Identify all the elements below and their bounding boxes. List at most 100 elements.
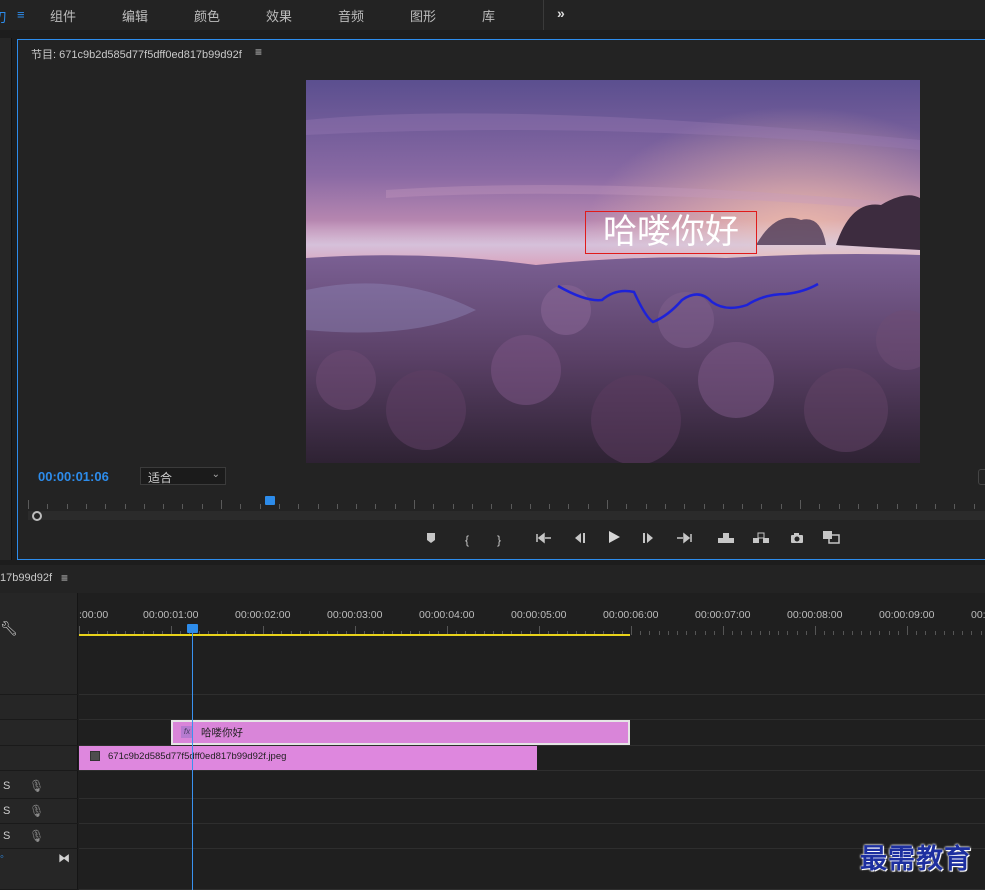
timeline-playhead[interactable] bbox=[187, 624, 198, 633]
ruler-tick bbox=[805, 631, 807, 635]
ruler-tick bbox=[953, 631, 954, 635]
ruler-tick bbox=[336, 504, 338, 509]
title-overlay[interactable]: 哈喽你好 bbox=[585, 211, 757, 254]
ruler-tick bbox=[824, 631, 826, 635]
lift-icon[interactable] bbox=[715, 529, 737, 551]
ruler-tick bbox=[221, 500, 222, 509]
more-workspaces-icon[interactable]: » bbox=[557, 5, 565, 21]
microphone-icon[interactable]: 🎙︎ bbox=[29, 829, 44, 843]
step-back-icon[interactable] bbox=[568, 529, 590, 551]
ruler-tick bbox=[800, 500, 801, 509]
monitor-scroll-bar[interactable] bbox=[28, 511, 985, 520]
track-header-v1 bbox=[0, 746, 78, 771]
ruler-tick bbox=[66, 504, 68, 509]
time-label: 00:00:03:00 bbox=[327, 609, 383, 621]
workspace-tab-graphics[interactable]: 图形 bbox=[410, 6, 436, 25]
workspace-menu-bar: 刃 ≡ 组件 编辑 颜色 效果 音频 图形 库 » bbox=[0, 0, 985, 30]
ruler-tick bbox=[143, 504, 145, 509]
time-label: 00:00:02:00 bbox=[235, 609, 291, 621]
workspace-tab-effects[interactable]: 效果 bbox=[266, 6, 292, 25]
ruler-tick bbox=[695, 631, 697, 635]
microphone-icon[interactable]: 🎙︎ bbox=[29, 804, 44, 818]
time-label: 00:00:04:00 bbox=[419, 609, 475, 621]
workspace-tab-libraries[interactable]: 库 bbox=[482, 6, 495, 25]
ruler-tick bbox=[414, 500, 415, 509]
ruler-tick bbox=[915, 504, 917, 509]
step-forward-icon[interactable] bbox=[638, 529, 660, 551]
ruler-tick bbox=[684, 504, 686, 509]
ruler-tick bbox=[28, 500, 29, 509]
ruler-tick bbox=[973, 504, 975, 509]
solo-toggle[interactable]: S bbox=[3, 830, 10, 842]
workspace-tab-assembly[interactable]: 组件 bbox=[50, 6, 76, 25]
track-master[interactable] bbox=[79, 849, 985, 890]
zoom-select[interactable]: 适合 ⌄ bbox=[140, 467, 226, 485]
track-a3[interactable] bbox=[79, 824, 985, 849]
title-clip[interactable]: fx 哈喽你好 bbox=[171, 720, 630, 745]
ruler-tick bbox=[796, 631, 798, 635]
ruler-tick bbox=[626, 504, 628, 509]
work-area-bar[interactable] bbox=[79, 634, 630, 636]
export-frame-icon[interactable] bbox=[786, 529, 808, 551]
go-to-end-icon[interactable]: ⧓ bbox=[58, 851, 70, 865]
ruler-tick bbox=[587, 504, 589, 509]
timeline-sequence-name[interactable]: 17b99d92f bbox=[0, 572, 52, 584]
ruler-tick bbox=[722, 504, 724, 509]
extract-icon[interactable] bbox=[750, 529, 772, 551]
ruler-tick bbox=[201, 504, 203, 509]
solo-toggle[interactable]: S bbox=[3, 780, 10, 792]
ruler-tick bbox=[943, 631, 945, 635]
ruler-tick bbox=[631, 626, 632, 635]
play-icon[interactable] bbox=[603, 529, 625, 551]
ruler-tick bbox=[750, 631, 752, 635]
watermark-logo: 最需教育 bbox=[860, 844, 972, 875]
time-label: 00:00:06:00 bbox=[603, 609, 659, 621]
track-v2[interactable] bbox=[79, 695, 985, 720]
wrench-icon[interactable]: 🔧︎ bbox=[0, 620, 18, 637]
panel-corner-control[interactable] bbox=[978, 469, 985, 485]
ruler-tick bbox=[85, 504, 87, 509]
program-monitor-menu-icon[interactable]: ≡ bbox=[255, 45, 262, 59]
ruler-tick bbox=[491, 504, 493, 509]
time-label: 00:00:09:00 bbox=[879, 609, 935, 621]
ruler-tick bbox=[833, 631, 835, 635]
ruler-tick bbox=[980, 631, 982, 635]
track-v3[interactable] bbox=[79, 643, 985, 695]
track-header-a2: S 🎙︎ bbox=[0, 799, 78, 824]
go-to-in-icon[interactable] bbox=[533, 529, 555, 551]
ruler-tick bbox=[510, 504, 512, 509]
microphone-icon[interactable]: 🎙︎ bbox=[29, 779, 44, 793]
ruler-tick bbox=[842, 631, 844, 635]
mark-in-icon[interactable]: { bbox=[456, 529, 478, 551]
mark-out-icon[interactable]: } bbox=[488, 529, 510, 551]
timeline-menu-icon[interactable]: ≡ bbox=[61, 571, 68, 585]
ruler-tick bbox=[529, 504, 531, 509]
solo-toggle[interactable]: S bbox=[3, 805, 10, 817]
workspace-menu-icon[interactable]: ≡ bbox=[17, 7, 25, 22]
program-monitor: 节目: 671c9b2d585d77f5dff0ed817b99d92f ≡ 哈… bbox=[17, 39, 985, 560]
scroll-handle[interactable] bbox=[32, 511, 42, 521]
monitor-time-ruler[interactable] bbox=[28, 495, 985, 509]
image-clip-icon bbox=[90, 751, 100, 761]
ruler-tick bbox=[649, 631, 651, 635]
image-clip[interactable]: 671c9b2d585d77f5dff0ed817b99d92f.jpeg bbox=[79, 746, 537, 770]
workspace-tab-audio[interactable]: 音频 bbox=[338, 6, 364, 25]
compare-view-icon[interactable] bbox=[820, 529, 842, 551]
video-frame[interactable]: 哈喽你好 bbox=[306, 80, 920, 463]
workspace-tab-editing[interactable]: 编辑 bbox=[122, 6, 148, 25]
monitor-playhead[interactable] bbox=[265, 496, 275, 505]
time-label: 00:00:05:00 bbox=[511, 609, 567, 621]
add-marker-icon[interactable] bbox=[420, 529, 442, 551]
workspace-edge-label[interactable]: 刃 bbox=[0, 7, 7, 26]
chevron-down-icon: ⌄ bbox=[211, 469, 220, 480]
ruler-tick bbox=[907, 626, 908, 635]
ruler-tick bbox=[759, 631, 761, 635]
premiere-window: 刃 ≡ 组件 编辑 颜色 效果 音频 图形 库 » 节目: 671c9b2d58… bbox=[0, 0, 985, 890]
playhead-timecode[interactable]: 00:00:01:06 bbox=[38, 469, 109, 484]
workspace-tab-color[interactable]: 颜色 bbox=[194, 6, 220, 25]
time-label: 00:00:08:00 bbox=[787, 609, 843, 621]
go-to-out-icon[interactable] bbox=[673, 529, 695, 551]
ruler-tick bbox=[954, 504, 956, 509]
track-a2[interactable] bbox=[79, 799, 985, 824]
track-a1[interactable] bbox=[79, 774, 985, 799]
